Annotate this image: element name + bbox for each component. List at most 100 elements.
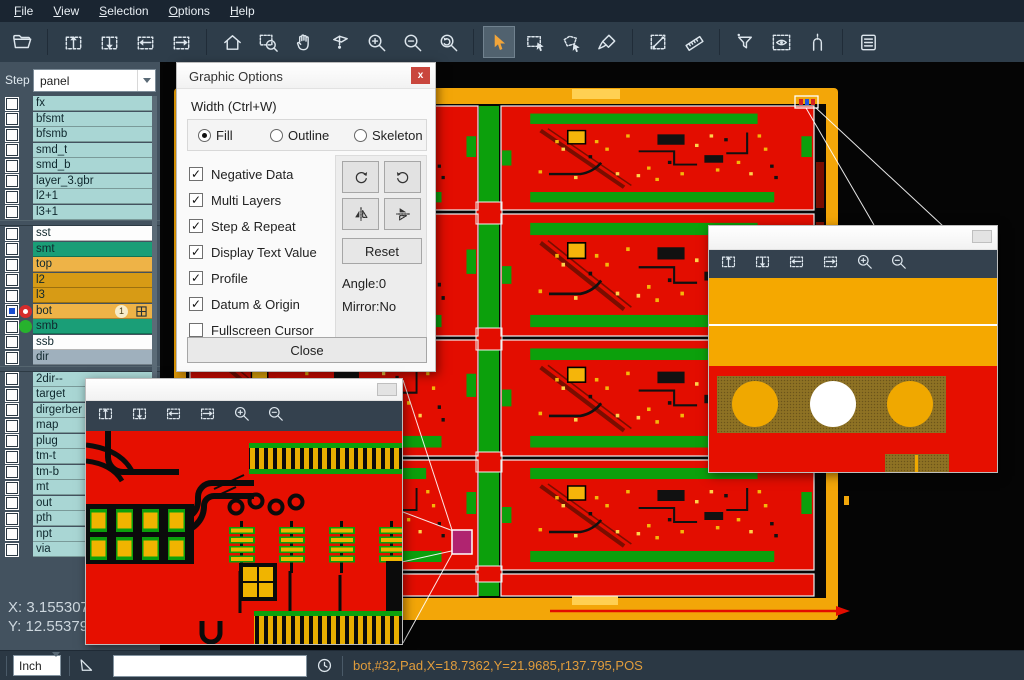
- rotate-cw-button[interactable]: [342, 161, 379, 193]
- step-select[interactable]: panel: [33, 69, 156, 92]
- tool-ruler-button[interactable]: [678, 26, 710, 58]
- mag-pan-up-button[interactable]: [719, 252, 738, 276]
- checkbox-box[interactable]: ✓: [189, 193, 203, 207]
- tool-select-rect-button[interactable]: [519, 26, 551, 58]
- checkbox-multi-layers[interactable]: ✓Multi Layers: [189, 187, 317, 213]
- close-button[interactable]: Close: [187, 337, 427, 363]
- layer-checkbox[interactable]: [6, 352, 18, 364]
- tool-pan-left-button[interactable]: [129, 26, 161, 58]
- checkbox-box[interactable]: ✓: [189, 245, 203, 259]
- checkbox-box[interactable]: [189, 323, 203, 337]
- tool-pan-hand-button[interactable]: [288, 26, 320, 58]
- layer-name-smt[interactable]: smt: [33, 242, 152, 257]
- radio-fill[interactable]: Fill: [198, 128, 270, 143]
- checkbox-display-text-value[interactable]: ✓Display Text Value: [189, 239, 317, 265]
- tool-select-poly-button[interactable]: [555, 26, 587, 58]
- magnifier-left-view[interactable]: [86, 431, 402, 644]
- mag-pan-left-button[interactable]: [787, 252, 806, 276]
- magnifier-left-titlebar[interactable]: [86, 379, 402, 401]
- layer-name-bfsmb[interactable]: bfsmb: [33, 127, 152, 142]
- reset-button[interactable]: Reset: [342, 238, 422, 264]
- unit-select[interactable]: Inch: [13, 655, 61, 676]
- layer-name-smd_t[interactable]: smd_t: [33, 143, 152, 158]
- layer-checkbox[interactable]: [6, 544, 18, 556]
- mirror-horizontal-button[interactable]: [384, 198, 421, 230]
- tool-open-folder-button[interactable]: [6, 26, 38, 58]
- tool-home-button[interactable]: [216, 26, 248, 58]
- checkbox-box[interactable]: ✓: [189, 219, 203, 233]
- mag-pan-down-button[interactable]: [753, 252, 772, 276]
- mag-zoom-out-button[interactable]: [889, 252, 908, 276]
- mag-pan-down-button[interactable]: [130, 404, 149, 428]
- layer-checkbox[interactable]: [6, 513, 18, 525]
- layer-checkbox[interactable]: [6, 305, 18, 317]
- radio-dot[interactable]: [270, 129, 283, 142]
- layer-name-fx[interactable]: fx: [33, 96, 152, 111]
- tool-brush-edit-button[interactable]: [591, 26, 623, 58]
- layer-checkbox[interactable]: [6, 206, 18, 218]
- command-input[interactable]: [113, 655, 307, 677]
- magnifier-window-right[interactable]: [708, 225, 998, 473]
- radio-skeleton[interactable]: Skeleton: [354, 128, 423, 143]
- layer-checkbox[interactable]: [6, 274, 18, 286]
- layer-checkbox[interactable]: [6, 129, 18, 141]
- layer-checkbox[interactable]: [6, 404, 18, 416]
- tool-pan-up-button[interactable]: [57, 26, 89, 58]
- layer-name-smb[interactable]: smb: [33, 319, 152, 334]
- popup-button[interactable]: [377, 383, 397, 396]
- layer-name-l3+1[interactable]: l3+1: [33, 205, 152, 220]
- checkbox-step-repeat[interactable]: ✓Step & Repeat: [189, 213, 317, 239]
- magnifier-right-titlebar[interactable]: [709, 226, 997, 250]
- tool-measure-probe-button[interactable]: [324, 26, 356, 58]
- tool-snap-search-button[interactable]: [801, 26, 833, 58]
- mag-zoom-out-button[interactable]: [266, 404, 285, 428]
- layer-checkbox[interactable]: [6, 321, 18, 333]
- layer-checkbox[interactable]: [6, 373, 18, 385]
- radio-dot[interactable]: [198, 129, 211, 142]
- layer-checkbox[interactable]: [6, 336, 18, 348]
- dialog-close-button[interactable]: x: [411, 67, 430, 84]
- layer-checkbox[interactable]: [6, 259, 18, 271]
- layer-checkbox[interactable]: [6, 160, 18, 172]
- tool-report-button[interactable]: [852, 26, 884, 58]
- layer-checkbox[interactable]: [6, 466, 18, 478]
- layer-name-l2+1[interactable]: l2+1: [33, 189, 152, 204]
- menu-options[interactable]: Options: [159, 1, 220, 21]
- mag-pan-right-button[interactable]: [198, 404, 217, 428]
- checkbox-negative-data[interactable]: ✓Negative Data: [189, 161, 317, 187]
- layer-checkbox[interactable]: [6, 482, 18, 494]
- checkbox-box[interactable]: ✓: [189, 271, 203, 285]
- layer-checkbox[interactable]: [6, 497, 18, 509]
- layer-checkbox[interactable]: [6, 175, 18, 187]
- layer-checkbox[interactable]: [6, 290, 18, 302]
- magnifier-right-view[interactable]: [709, 278, 997, 472]
- layer-checkbox[interactable]: [6, 243, 18, 255]
- tool-zoom-out-button[interactable]: [396, 26, 428, 58]
- tool-view-options-button[interactable]: [765, 26, 797, 58]
- layer-name-l2[interactable]: l2: [33, 273, 152, 288]
- mag-pan-up-button[interactable]: [96, 404, 115, 428]
- checkbox-box[interactable]: ✓: [189, 167, 203, 181]
- history-icon[interactable]: [315, 656, 334, 675]
- tool-pan-right-button[interactable]: [165, 26, 197, 58]
- radio-dot[interactable]: [354, 129, 367, 142]
- checkbox-profile[interactable]: ✓Profile: [189, 265, 317, 291]
- layer-checkbox[interactable]: [6, 98, 18, 110]
- radio-outline[interactable]: Outline: [270, 128, 354, 143]
- tool-zoom-previous-button[interactable]: [432, 26, 464, 58]
- layer-checkbox[interactable]: [6, 435, 18, 447]
- menu-file[interactable]: File: [4, 1, 43, 21]
- layer-name-dir[interactable]: dir: [33, 350, 152, 365]
- layer-name-bfsmt[interactable]: bfsmt: [33, 112, 152, 127]
- tool-select-arrow-button[interactable]: [483, 26, 515, 58]
- menu-selection[interactable]: Selection: [89, 1, 158, 21]
- layer-name-l3[interactable]: l3: [33, 288, 152, 303]
- popup-button[interactable]: [972, 230, 992, 243]
- mag-pan-right-button[interactable]: [821, 252, 840, 276]
- layer-name-top[interactable]: top: [33, 257, 152, 272]
- layer-checkbox[interactable]: [6, 528, 18, 540]
- mag-zoom-in-button[interactable]: [855, 252, 874, 276]
- tool-zoom-in-button[interactable]: [360, 26, 392, 58]
- dialog-titlebar[interactable]: Graphic Options x: [177, 63, 435, 89]
- tool-pan-down-button[interactable]: [93, 26, 125, 58]
